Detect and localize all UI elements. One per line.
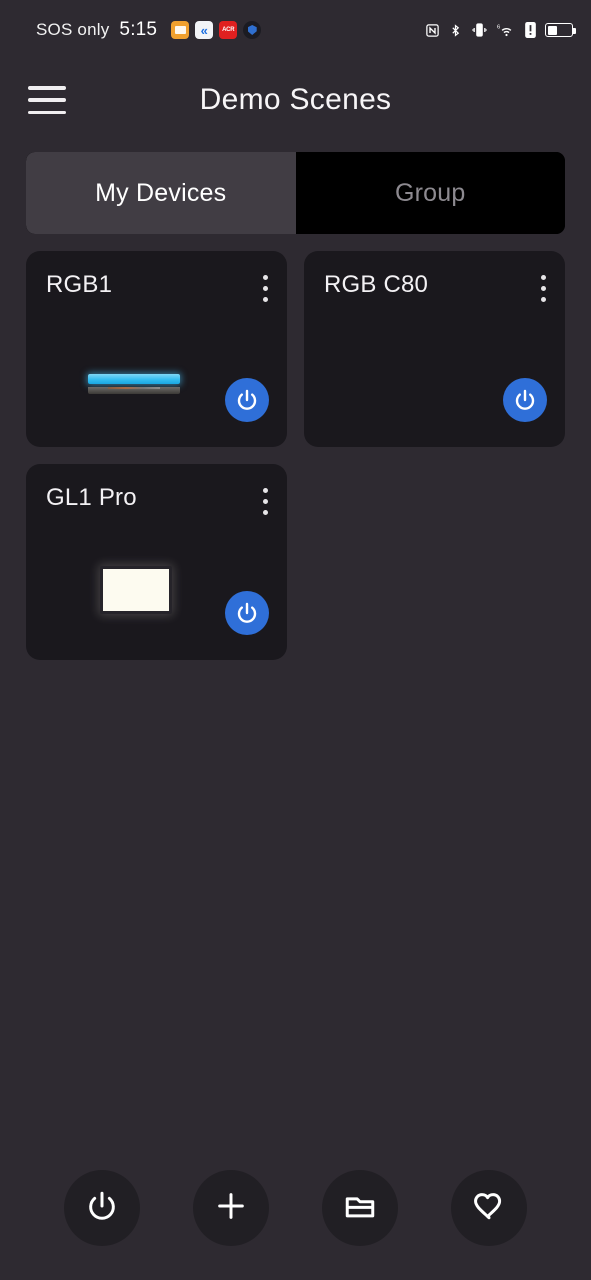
svg-text:6: 6	[497, 25, 500, 31]
tab-my-devices[interactable]: My Devices	[26, 152, 296, 234]
bluetooth-icon	[449, 22, 462, 39]
app-header: Demo Scenes	[0, 60, 591, 140]
nfc-icon	[425, 23, 440, 38]
hamburger-menu-icon[interactable]	[28, 86, 66, 114]
device-thumbnail-area	[26, 538, 287, 660]
device-thumbnail-area	[26, 325, 287, 447]
carrier-label: SOS only	[36, 20, 110, 39]
power-nav-button[interactable]	[64, 1170, 140, 1246]
notification-icons: ACR	[171, 21, 262, 39]
device-card-rgb-c80[interactable]: RGB C80 RGB-C80	[304, 251, 565, 447]
favorites-nav-button[interactable]	[451, 1170, 527, 1246]
shield-notification-icon	[243, 21, 262, 39]
device-power-button[interactable]	[225, 378, 269, 422]
kebab-dot	[263, 286, 268, 291]
device-power-button[interactable]	[503, 378, 547, 422]
kebab-dot	[263, 499, 268, 504]
device-power-button[interactable]	[225, 591, 269, 635]
status-bar: SOS only 5:15 ACR	[0, 0, 591, 60]
hamburger-line	[28, 98, 66, 102]
plus-icon	[214, 1189, 248, 1228]
device-grid: RGB1 RGB C80 GL1 Pro	[26, 251, 565, 660]
hamburger-line	[28, 110, 66, 114]
power-icon	[85, 1189, 119, 1228]
status-bar-right: 6	[425, 22, 576, 39]
tube-glow	[88, 374, 180, 384]
acr-notification-icon: ACR	[219, 21, 238, 39]
device-menu-icon[interactable]	[261, 486, 268, 517]
vibrate-icon	[471, 22, 488, 38]
kebab-dot	[541, 297, 546, 302]
device-thumbnail-area: RGB-C80	[304, 325, 565, 447]
device-menu-icon[interactable]	[539, 273, 546, 304]
kebab-dot	[541, 286, 546, 291]
tube-body	[88, 387, 180, 394]
battery-icon	[545, 23, 576, 37]
device-card-gl1-pro[interactable]: GL1 Pro	[26, 464, 287, 660]
heart-icon	[472, 1189, 506, 1228]
bottom-navigation-bar	[0, 1170, 591, 1246]
app-screen: SOS only 5:15 ACR	[0, 0, 591, 1280]
page-title: Demo Scenes	[199, 83, 392, 116]
kebab-dot	[263, 275, 268, 280]
kebab-dot	[263, 488, 268, 493]
blue-arrow-notification-icon	[195, 21, 214, 39]
device-name-label: RGB1	[46, 271, 113, 298]
device-name-label: GL1 Pro	[46, 484, 137, 511]
kebab-dot	[263, 297, 268, 302]
hamburger-line	[28, 86, 66, 90]
tab-group[interactable]: Group	[295, 152, 565, 234]
wifi-icon: 6	[497, 22, 516, 38]
status-bar-left: SOS only 5:15 ACR	[36, 19, 262, 41]
folder-nav-button[interactable]	[322, 1170, 398, 1246]
folder-icon	[343, 1189, 377, 1228]
kebab-dot	[263, 510, 268, 515]
device-card-rgb1[interactable]: RGB1	[26, 251, 287, 447]
kebab-dot	[541, 275, 546, 280]
soft-panel-image	[100, 566, 172, 614]
segmented-tab-bar: My Devices Group	[26, 152, 565, 234]
alert-icon	[525, 22, 536, 38]
device-menu-icon[interactable]	[261, 273, 268, 304]
device-name-label: RGB C80	[324, 271, 429, 298]
tube-light-image	[88, 374, 180, 394]
clock-label: 5:15	[119, 19, 158, 40]
folder-notification-icon	[171, 21, 190, 39]
add-nav-button[interactable]	[193, 1170, 269, 1246]
